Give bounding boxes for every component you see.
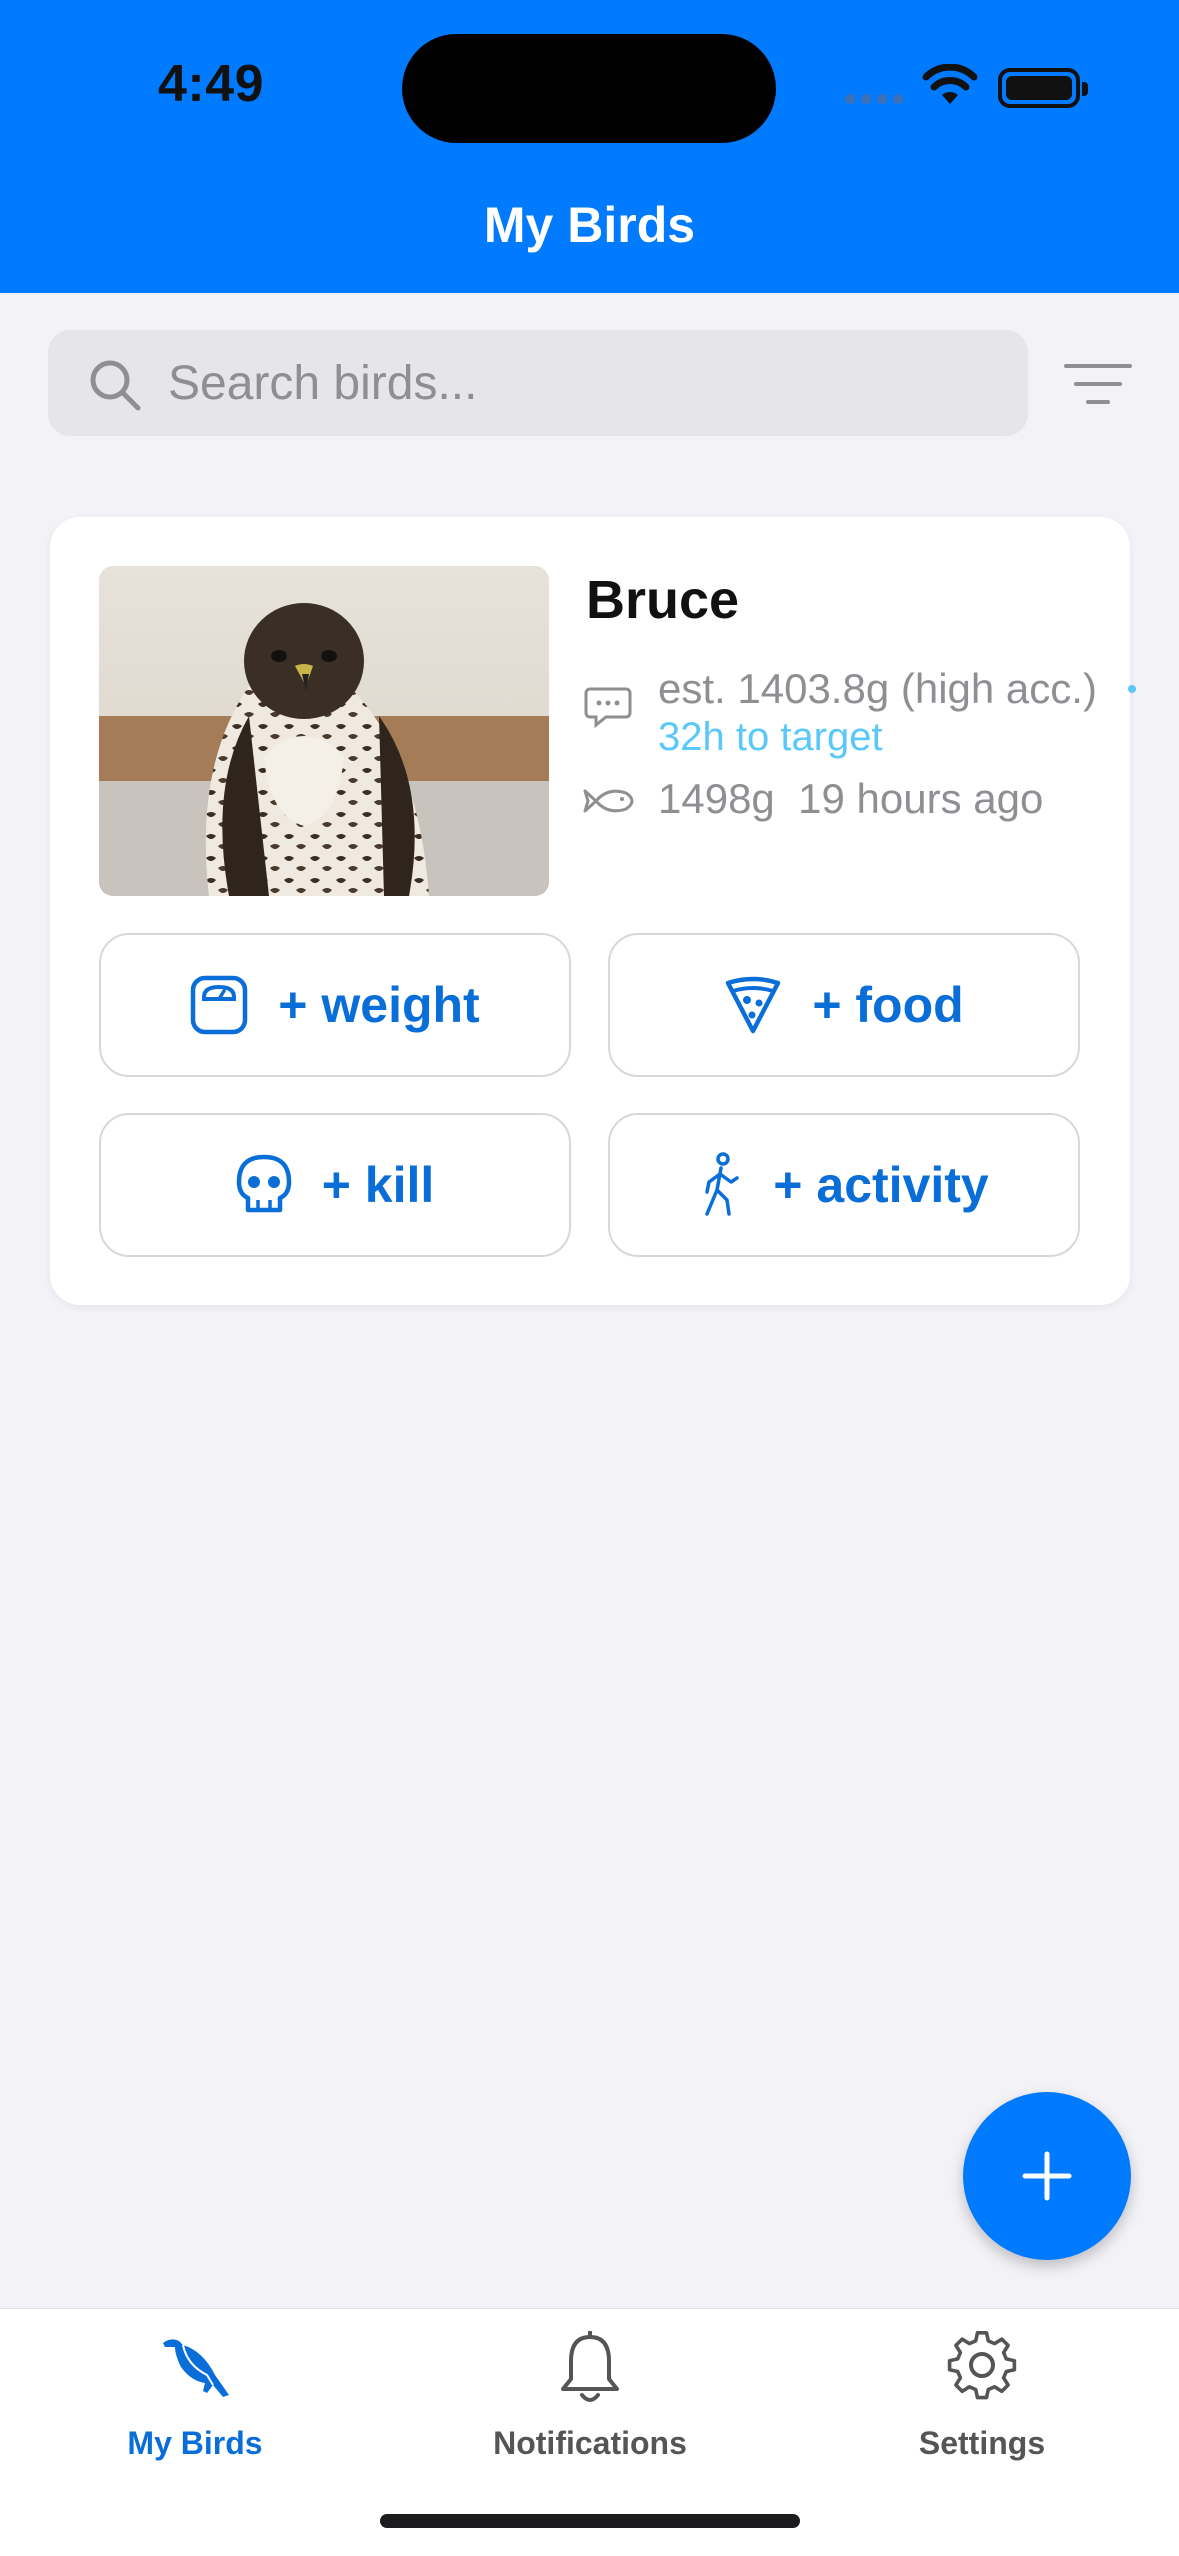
- skull-icon: [236, 1154, 291, 1213]
- pizza-icon: [726, 976, 781, 1034]
- search-icon: [90, 360, 141, 411]
- add-kill-button[interactable]: + kill: [99, 1113, 571, 1257]
- cellular-signal-icon: [845, 94, 903, 104]
- add-activity-label: + activity: [773, 1157, 989, 1213]
- tab-notifications[interactable]: Notifications: [440, 2309, 740, 2489]
- add-kill-label: + kill: [321, 1157, 435, 1213]
- tab-my-birds[interactable]: My Birds: [45, 2309, 345, 2489]
- status-time: 4:49: [158, 55, 265, 113]
- add-bird-button[interactable]: [963, 2092, 1131, 2260]
- walking-icon: [705, 1152, 740, 1216]
- bird-name: Bruce: [586, 570, 740, 630]
- plus-icon: [1022, 2151, 1072, 2201]
- dynamic-island: [402, 34, 776, 143]
- home-indicator: [380, 2514, 800, 2528]
- add-food-label: + food: [812, 977, 964, 1033]
- search-input[interactable]: [168, 330, 1008, 436]
- bird-photo: [99, 566, 549, 896]
- last-weight: 1498g 19 hours ago: [658, 775, 1043, 823]
- fish-icon: [583, 789, 634, 813]
- scale-icon: [191, 975, 248, 1035]
- bell-icon: [561, 2331, 619, 2402]
- add-weight-label: + weight: [278, 977, 480, 1033]
- add-weight-button[interactable]: + weight: [99, 933, 571, 1077]
- time-to-target: 32h to target: [658, 715, 883, 759]
- tab-settings-label: Settings: [918, 2425, 1046, 2461]
- tab-settings[interactable]: Settings: [832, 2309, 1132, 2489]
- battery-icon: [998, 68, 1088, 108]
- last-weight-time: 19 hours ago: [798, 775, 1044, 822]
- message-icon: [584, 687, 632, 729]
- app-header: 4:49 My Birds: [0, 0, 1179, 293]
- bird-card[interactable]: Bruce est. 1403.8g (high acc.) 32h to ta…: [50, 517, 1136, 1305]
- gear-icon: [947, 2331, 1017, 2400]
- last-weight-value: 1498g: [658, 775, 775, 822]
- search-bar: [48, 330, 1028, 436]
- add-food-button[interactable]: + food: [608, 933, 1080, 1077]
- estimate-indicator-dot: [1128, 685, 1136, 693]
- wifi-icon: [922, 64, 978, 104]
- add-activity-button[interactable]: + activity: [608, 1113, 1080, 1257]
- tab-notifications-label: Notifications: [493, 2425, 687, 2461]
- page-title: My Birds: [483, 197, 696, 253]
- weight-estimate: est. 1403.8g (high acc.): [658, 665, 1097, 712]
- bird-icon: [163, 2339, 229, 2397]
- filter-icon[interactable]: [1060, 356, 1136, 412]
- tab-my-birds-label: My Birds: [127, 2425, 263, 2461]
